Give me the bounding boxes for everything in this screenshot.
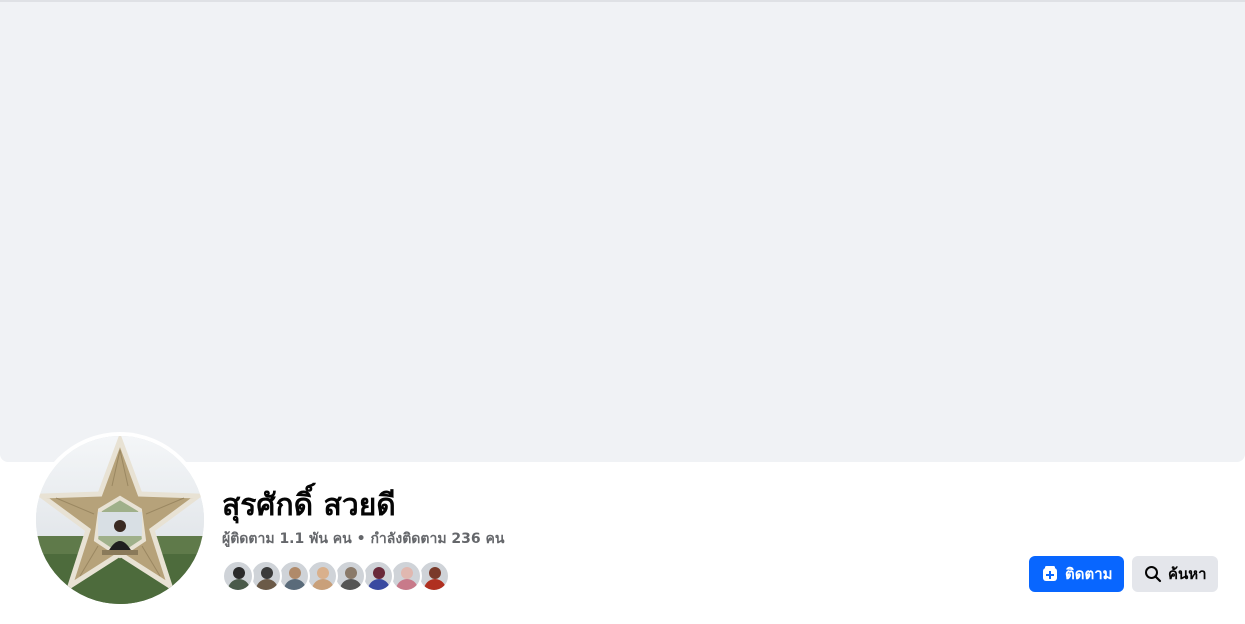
friend-avatar-head <box>289 567 301 579</box>
friend-avatar[interactable] <box>250 560 282 592</box>
friend-avatar-head <box>345 567 357 579</box>
profile-page: สุรศักดิ์ สวยดี ผู้ติดตาม 1.1 พัน คน • ก… <box>0 0 1245 624</box>
friend-avatar-head <box>233 567 245 579</box>
friend-avatar[interactable] <box>390 560 422 592</box>
friends-avatars <box>222 560 450 592</box>
friend-avatar[interactable] <box>306 560 338 592</box>
following-link[interactable]: กำลังติดตาม 236 คน <box>370 531 504 547</box>
friend-avatar[interactable] <box>362 560 394 592</box>
friend-avatar-body <box>284 579 306 590</box>
followers-link[interactable]: ผู้ติดตาม 1.1 พัน คน <box>222 531 352 547</box>
friend-avatar-body <box>312 579 334 590</box>
friend-avatar-head <box>261 567 273 579</box>
profile-avatar[interactable] <box>36 436 204 604</box>
friend-avatar-body <box>256 579 278 590</box>
friend-avatar-head <box>429 567 441 579</box>
friend-avatar-body <box>396 579 418 590</box>
friend-avatar-body <box>228 579 250 590</box>
search-button[interactable]: ค้นหา <box>1132 556 1218 592</box>
friend-avatar[interactable] <box>334 560 366 592</box>
add-friend-icon <box>1041 565 1059 583</box>
friend-avatar[interactable] <box>278 560 310 592</box>
friend-avatar-head <box>401 567 413 579</box>
friend-avatar[interactable] <box>418 560 450 592</box>
search-button-label: ค้นหา <box>1168 565 1207 583</box>
follow-stats: ผู้ติดตาม 1.1 พัน คน • กำลังติดตาม 236 ค… <box>222 529 504 549</box>
friend-avatar-head <box>373 567 385 579</box>
friend-avatar-body <box>340 579 362 590</box>
stats-separator: • <box>356 531 366 547</box>
friend-avatar-head <box>317 567 329 579</box>
avatar-photo <box>36 436 204 604</box>
profile-name: สุรศักดิ์ สวยดี <box>222 488 396 523</box>
search-icon <box>1144 565 1162 583</box>
cover-photo[interactable] <box>0 2 1245 462</box>
follow-button[interactable]: ติดตาม <box>1029 556 1124 592</box>
friend-avatar[interactable] <box>222 560 254 592</box>
friend-avatar-body <box>368 579 390 590</box>
friend-avatar-body <box>424 579 446 590</box>
follow-button-label: ติดตาม <box>1065 565 1113 583</box>
